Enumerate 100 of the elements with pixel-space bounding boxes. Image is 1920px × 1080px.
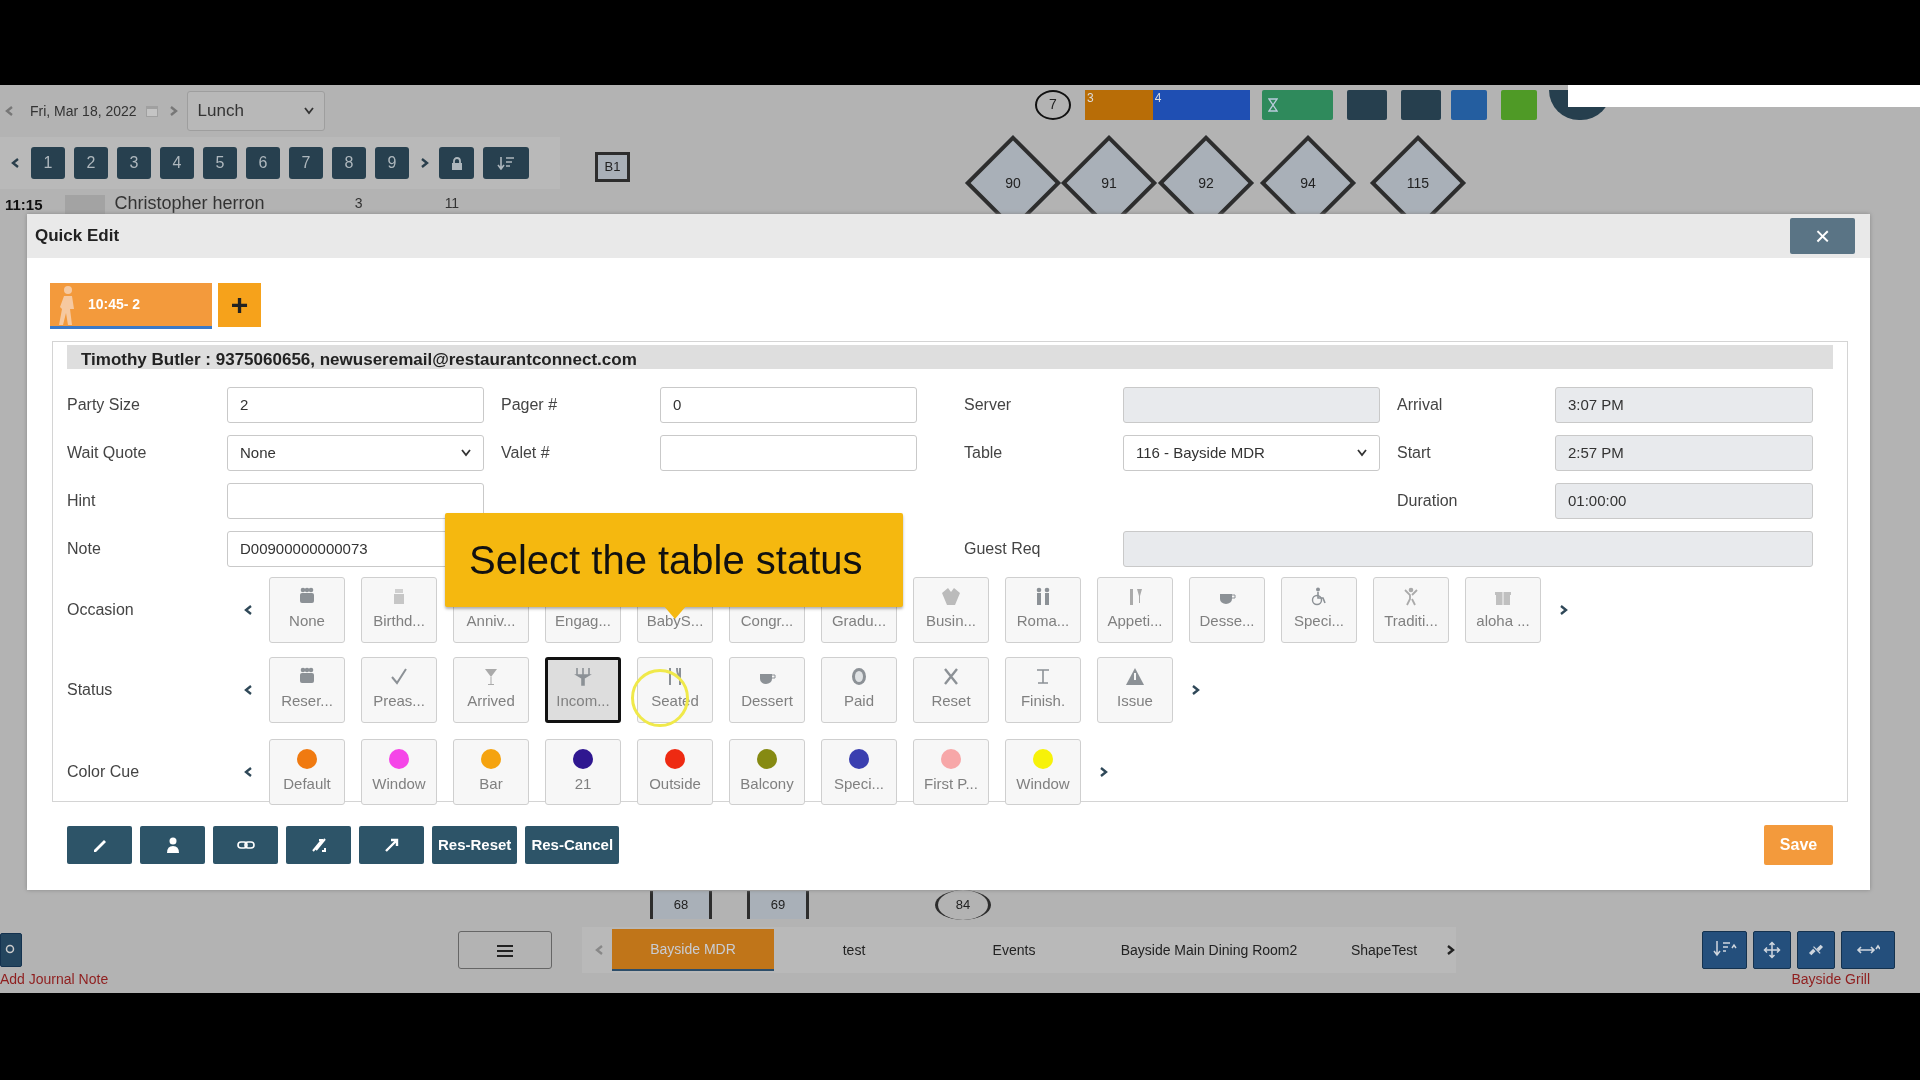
input-field[interactable]: 2 [227, 387, 484, 423]
refresh-button[interactable] [1347, 89, 1387, 120]
meal-period-select[interactable]: Lunch [186, 91, 325, 131]
save-button[interactable]: Save [1764, 825, 1833, 865]
table-marker[interactable]: 68 [650, 891, 712, 919]
table-marker[interactable]: 69 [747, 891, 809, 919]
date-text: Fri, Mar 18, 2022 [30, 101, 137, 121]
occasion-option[interactable]: Appeti... [1097, 577, 1173, 643]
edit-button[interactable] [67, 826, 132, 864]
color-cue-option[interactable]: 21 [545, 739, 621, 805]
page-button[interactable]: 3 [117, 147, 151, 179]
floor-tab[interactable]: Bayside MDR [612, 929, 774, 971]
color-cue-option[interactable]: Window [361, 739, 437, 805]
color-cue-option[interactable]: Bar [453, 739, 529, 805]
journal-note-link[interactable]: Add Journal Note [0, 970, 109, 988]
status-option[interactable]: Paid [821, 657, 897, 723]
time-text: 11:15 [5, 196, 43, 214]
occasion-option[interactable]: Desse... [1189, 577, 1265, 643]
page-button[interactable]: 9 [375, 147, 409, 179]
page-button[interactable]: 8 [332, 147, 366, 179]
select-field[interactable]: None [227, 435, 484, 471]
occasion-option[interactable]: Busin... [913, 577, 989, 643]
action-button[interactable]: Res-Cancel [525, 826, 620, 864]
page-button[interactable]: 1 [31, 147, 65, 179]
color-cue-option[interactable]: First P... [913, 739, 989, 805]
arrow-button[interactable] [359, 826, 424, 864]
coin-icon [849, 667, 869, 687]
field-label: Start [1396, 443, 1432, 463]
input-field[interactable]: 0 [660, 387, 917, 423]
input-field[interactable] [1123, 387, 1380, 423]
counter-badge: 7 [1035, 89, 1071, 120]
page-button[interactable]: 2 [74, 147, 108, 179]
occasion-option[interactable]: Roma... [1005, 577, 1081, 643]
link-button[interactable] [213, 826, 278, 864]
action-button[interactable]: Res-Reset [432, 826, 518, 864]
input-field[interactable] [660, 435, 917, 471]
reservation-tab[interactable]: 10:45- 2 [50, 283, 212, 329]
sort-icon [497, 156, 515, 170]
input-field[interactable] [227, 483, 484, 519]
occasion-option[interactable]: Birthd... [361, 577, 437, 643]
venue-name: Bayside Grill [1791, 970, 1870, 988]
list-icon [497, 944, 513, 957]
check-icon [389, 667, 409, 687]
status-option[interactable]: Incom... [545, 657, 621, 723]
guest-button[interactable] [140, 826, 205, 864]
color-cue-option[interactable]: Outside [637, 739, 713, 805]
occasion-option[interactable]: aloha ... [1465, 577, 1541, 643]
page-button[interactable]: 7 [289, 147, 323, 179]
color-cue-option[interactable]: Default [269, 739, 345, 805]
settings-button[interactable] [1401, 89, 1441, 120]
lock-button[interactable] [439, 147, 474, 179]
resize-button[interactable] [1841, 931, 1895, 969]
floor-tab[interactable]: Bayside Main Dining Room2 [1094, 929, 1324, 971]
caret-icon [1357, 449, 1367, 457]
select-field[interactable]: 116 - Bayside MDR [1123, 435, 1380, 471]
field-label: Hint [67, 491, 97, 511]
swap-button[interactable] [286, 826, 351, 864]
sort-button[interactable] [483, 147, 529, 179]
color-cue-option[interactable]: Speci... [821, 739, 897, 805]
row-label: Color Cue [67, 762, 141, 782]
add-tab-button[interactable]: + [218, 283, 261, 327]
link-tool-button[interactable] [1797, 931, 1835, 969]
search-icon [5, 944, 17, 956]
status-option[interactable]: Issue [1097, 657, 1173, 723]
sort-menu-button[interactable] [1702, 931, 1747, 969]
status-option[interactable]: Preas... [361, 657, 437, 723]
floor-tab[interactable]: test [774, 929, 934, 971]
occasion-option[interactable]: Traditi... [1373, 577, 1449, 643]
input-field[interactable]: 01:00:00 [1555, 483, 1813, 519]
row-label: Occasion [67, 600, 135, 620]
status-option[interactable]: Reser... [269, 657, 345, 723]
floor-tab[interactable]: ShapeTest [1324, 929, 1444, 971]
table-marker[interactable]: B1 [595, 152, 630, 182]
move-button[interactable] [1753, 931, 1791, 969]
list-view-button[interactable] [458, 931, 552, 969]
status-option[interactable]: Arrived [453, 657, 529, 723]
page-button[interactable]: 6 [246, 147, 280, 179]
status-option[interactable]: Finish. [1005, 657, 1081, 723]
close-button[interactable]: × [1790, 218, 1855, 254]
color-cue-option[interactable]: Window [1005, 739, 1081, 805]
input-field[interactable] [1123, 531, 1813, 567]
field-label: Server [963, 395, 1013, 415]
input-field[interactable]: 2:57 PM [1555, 435, 1813, 471]
occasion-option[interactable]: None [269, 577, 345, 643]
search-button[interactable] [0, 933, 22, 967]
page-button[interactable]: 4 [160, 147, 194, 179]
tool-button[interactable] [1451, 89, 1487, 120]
lock-icon [450, 156, 463, 170]
field-label: Table [963, 443, 1004, 463]
guest-name[interactable]: Christopher herron [114, 192, 265, 214]
page-button[interactable]: 5 [203, 147, 237, 179]
dialog-title: Quick Edit [35, 225, 120, 248]
occasion-option[interactable]: Speci... [1281, 577, 1357, 643]
field-label: Wait Quote [67, 443, 148, 463]
avatar-placeholder [64, 195, 105, 215]
status-option[interactable]: Reset [913, 657, 989, 723]
color-cue-option[interactable]: Balcony [729, 739, 805, 805]
floor-tab[interactable]: Events [934, 929, 1094, 971]
input-field[interactable]: 3:07 PM [1555, 387, 1813, 423]
status-option[interactable]: Dessert [729, 657, 805, 723]
